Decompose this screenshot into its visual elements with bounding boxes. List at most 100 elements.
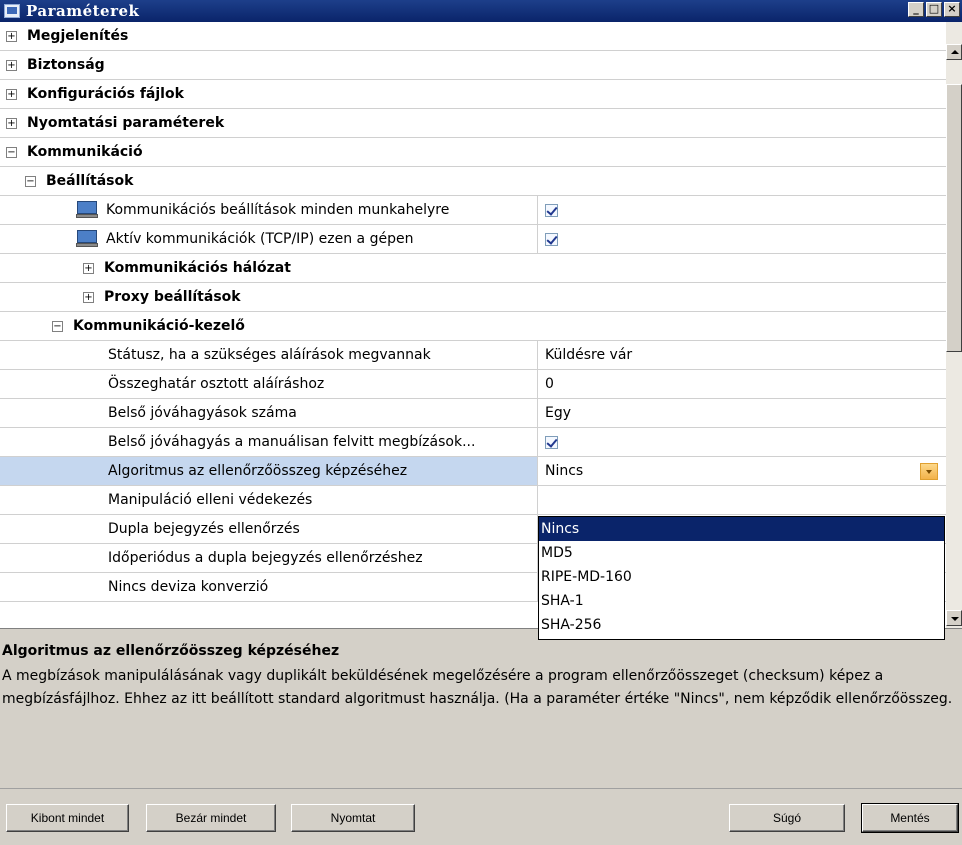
expand-icon[interactable]: +	[6, 30, 17, 42]
dropdown-option[interactable]: MD5	[539, 541, 944, 565]
property-name-cell: Időperiódus a dupla bejegyzés ellenőrzés…	[0, 544, 538, 572]
property-value-cell[interactable]: Egy	[538, 399, 946, 427]
property-value: 0	[545, 376, 554, 392]
description-panel: Algoritmus az ellenőrzőösszeg képzéséhez…	[0, 628, 962, 788]
category-nyomtatasi-parameterek[interactable]: + Nyomtatási paraméterek	[0, 109, 946, 138]
property-name-cell: Dupla bejegyzés ellenőrzés	[0, 515, 538, 543]
property-row[interactable]: Aktív kommunikációk (TCP/IP) ezen a gépe…	[0, 225, 946, 254]
print-button[interactable]: Nyomtat	[291, 804, 415, 832]
property-row[interactable]: Összeghatár osztott aláíráshoz 0	[0, 370, 946, 399]
expand-all-button[interactable]: Kibont mindet	[6, 804, 129, 832]
property-name: Nincs deviza konverzió	[108, 579, 269, 595]
minimize-button[interactable]: _	[908, 2, 924, 17]
property-row[interactable]: Státusz, ha a szükséges aláírások megvan…	[0, 341, 946, 370]
category-konfiguracios-fajlok[interactable]: + Konfigurációs fájlok	[0, 80, 946, 109]
category-megjelenites[interactable]: + Megjelenítés	[0, 22, 946, 51]
property-name-cell: Belső jóváhagyások száma	[0, 399, 538, 427]
group-label: Kommunikációs hálózat	[104, 260, 291, 276]
window-title: Paraméterek	[26, 2, 140, 20]
group-kommunikacio-kezelo[interactable]: − Kommunikáció-kezelő	[0, 312, 946, 341]
property-value-cell[interactable]: 0	[538, 370, 946, 398]
group-label: Kommunikáció-kezelő	[73, 318, 245, 334]
scroll-thumb[interactable]	[946, 84, 962, 352]
property-name-cell: Összeghatár osztott aláíráshoz	[0, 370, 538, 398]
dropdown-option[interactable]: SHA-1	[539, 589, 944, 613]
checkbox-checked[interactable]	[545, 435, 558, 449]
category-label: Nyomtatási paraméterek	[27, 115, 225, 131]
dropdown-arrow-icon[interactable]	[920, 463, 938, 480]
property-value-cell[interactable]	[538, 486, 946, 514]
expand-icon[interactable]: +	[6, 117, 17, 129]
property-row[interactable]: Belső jóváhagyások száma Egy	[0, 399, 946, 428]
property-name-cell: Belső jóváhagyás a manuálisan felvitt me…	[0, 428, 538, 456]
combo-value: Nincs	[545, 463, 584, 479]
property-row[interactable]: Manipuláció elleni védekezés	[0, 486, 946, 515]
dropdown-option[interactable]: Nincs	[539, 517, 944, 541]
scroll-down-arrow-icon[interactable]	[946, 610, 962, 626]
property-name-cell: Kommunikációs beállítások minden munkahe…	[0, 196, 538, 224]
checkbox-checked[interactable]	[545, 232, 558, 246]
group-kommunikacios-halozat[interactable]: + Kommunikációs hálózat	[0, 254, 946, 283]
close-button[interactable]: ×	[944, 2, 960, 17]
expand-icon[interactable]: +	[6, 59, 17, 71]
collapse-all-button[interactable]: Bezár mindet	[146, 804, 276, 832]
computer-icon	[76, 201, 98, 219]
description-title: Algoritmus az ellenőrzőösszeg képzéséhez	[2, 643, 340, 659]
collapse-icon[interactable]: −	[6, 146, 17, 158]
property-name-cell: Algoritmus az ellenőrzőösszeg képzéséhez	[0, 457, 538, 485]
property-name-cell: Nincs deviza konverzió	[0, 573, 538, 601]
algorithm-dropdown-list[interactable]: Nincs MD5 RIPE-MD-160 SHA-1 SHA-256	[538, 516, 945, 640]
window-controls: _ □ ×	[908, 2, 960, 17]
window-icon	[4, 4, 20, 18]
description-text: A megbízások manipulálásának vagy duplik…	[2, 668, 953, 707]
dropdown-option[interactable]: RIPE-MD-160	[539, 565, 944, 589]
property-name: Összeghatár osztott aláíráshoz	[108, 376, 325, 392]
property-name: Státusz, ha a szükséges aláírások megvan…	[108, 347, 431, 363]
group-label: Proxy beállítások	[104, 289, 241, 305]
save-button[interactable]: Mentés	[861, 803, 959, 833]
algorithm-combo[interactable]: Nincs	[538, 457, 946, 485]
property-name: Időperiódus a dupla bejegyzés ellenőrzés…	[108, 550, 423, 566]
property-value-cell[interactable]	[538, 196, 946, 224]
title-bar: Paraméterek _ □ ×	[0, 0, 962, 22]
property-value-cell[interactable]	[538, 428, 946, 456]
group-label: Beállítások	[46, 173, 134, 189]
maximize-button[interactable]: □	[926, 2, 942, 17]
expand-icon[interactable]: +	[83, 262, 94, 274]
property-value-cell[interactable]: Küldésre vár	[538, 341, 946, 369]
vertical-scrollbar[interactable]	[946, 22, 962, 628]
collapse-icon[interactable]: −	[25, 175, 36, 187]
button-bar: Kibont mindet Bezár mindet Nyomtat Súgó …	[0, 788, 962, 845]
property-name-cell: Státusz, ha a szükséges aláírások megvan…	[0, 341, 538, 369]
collapse-icon[interactable]: −	[52, 320, 63, 332]
expand-icon[interactable]: +	[6, 88, 17, 100]
property-value: Egy	[545, 405, 572, 421]
property-name: Dupla bejegyzés ellenőrzés	[108, 521, 300, 537]
property-row[interactable]: Kommunikációs beállítások minden munkahe…	[0, 196, 946, 225]
category-label: Kommunikáció	[27, 144, 143, 160]
property-name: Algoritmus az ellenőrzőösszeg képzéséhez	[108, 463, 408, 479]
category-label: Konfigurációs fájlok	[27, 86, 184, 102]
checkbox-checked[interactable]	[545, 203, 558, 217]
help-button[interactable]: Súgó	[729, 804, 845, 832]
property-name: Belső jóváhagyás a manuálisan felvitt me…	[108, 434, 476, 450]
category-label: Megjelenítés	[27, 28, 129, 44]
property-name-cell: Aktív kommunikációk (TCP/IP) ezen a gépe…	[0, 225, 538, 253]
group-proxy-beallitasok[interactable]: + Proxy beállítások	[0, 283, 946, 312]
category-kommunikacio[interactable]: − Kommunikáció	[0, 138, 946, 167]
property-name: Belső jóváhagyások száma	[108, 405, 297, 421]
expand-icon[interactable]: +	[83, 291, 94, 303]
property-name: Kommunikációs beállítások minden munkahe…	[106, 202, 450, 218]
property-value: Küldésre vár	[545, 347, 633, 363]
scroll-up-arrow-icon[interactable]	[946, 44, 962, 60]
group-beallitasok[interactable]: − Beállítások	[0, 167, 946, 196]
dropdown-option[interactable]: SHA-256	[539, 613, 944, 637]
property-name-cell: Manipuláció elleni védekezés	[0, 486, 538, 514]
computer-icon	[76, 230, 98, 248]
category-biztonsag[interactable]: + Biztonság	[0, 51, 946, 80]
property-name: Manipuláció elleni védekezés	[108, 492, 313, 508]
property-row[interactable]: Belső jóváhagyás a manuálisan felvitt me…	[0, 428, 946, 457]
property-name: Aktív kommunikációk (TCP/IP) ezen a gépe…	[106, 231, 414, 247]
property-value-cell[interactable]	[538, 225, 946, 253]
property-row-selected[interactable]: Algoritmus az ellenőrzőösszeg képzéséhez…	[0, 457, 946, 486]
